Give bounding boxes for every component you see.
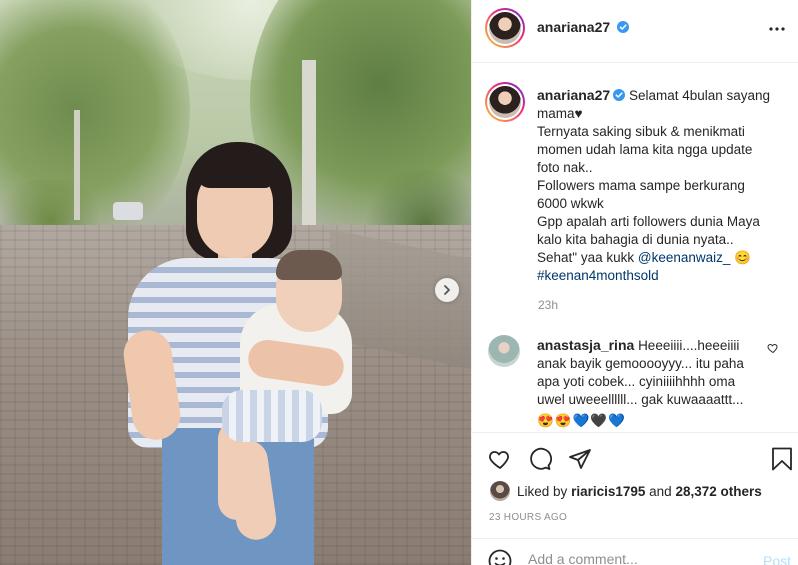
caption-author-avatar[interactable]	[485, 82, 525, 122]
share-button[interactable]	[566, 445, 594, 473]
post-actions	[472, 432, 798, 484]
baby-striped-shorts	[222, 390, 322, 442]
next-photo-button[interactable]	[435, 278, 459, 302]
caption-line: Followers mama sampe berkurang	[537, 178, 745, 193]
caption-line: Ternyata saking sibuk & menikmati	[537, 124, 745, 139]
caption-emoji: 😊	[734, 250, 751, 265]
caption-timestamp[interactable]: 23h	[538, 298, 558, 312]
bookmark-icon	[772, 447, 792, 471]
share-icon	[569, 449, 591, 469]
post-header: anariana27	[472, 0, 798, 63]
caption-line: Sehat" yaa kukk	[537, 250, 635, 265]
woman-bangs	[197, 158, 271, 188]
liker-username[interactable]: riaricis1795	[571, 484, 645, 499]
author-name-wrap: anariana27	[537, 19, 630, 35]
verified-badge-icon	[613, 89, 626, 101]
comment-button[interactable]	[526, 445, 554, 473]
baby-hair	[276, 250, 342, 280]
post-comment-button[interactable]: Post	[763, 553, 791, 565]
likes-prefix: Liked by	[517, 483, 568, 499]
post-timestamp[interactable]: 23 HOURS AGO	[489, 512, 567, 523]
save-button[interactable]	[768, 445, 796, 473]
background-car	[113, 202, 143, 220]
author-avatar[interactable]	[485, 8, 525, 48]
comment-line: apa yoti cobek... cyiniiiihhhh oma	[537, 374, 736, 389]
caption-line: 6000 wkwk	[537, 196, 604, 211]
like-button[interactable]	[486, 445, 514, 473]
comment-line: Heeeiiii....heeeiiii	[638, 338, 740, 353]
chevron-right-icon	[444, 285, 450, 295]
post-details-panel: anariana27 anariana27 Selamat 4bulan say…	[471, 0, 798, 565]
more-options-icon	[769, 27, 785, 31]
comments-section[interactable]: anariana27 Selamat 4bulan sayang mama♥ T…	[472, 64, 798, 432]
comment-text: anastasja_rina Heeeiiii....heeeiiii anak…	[537, 336, 763, 430]
likes-and: and	[649, 483, 672, 499]
post-photo[interactable]	[0, 0, 471, 565]
likes-count[interactable]: 28,372 others	[675, 484, 761, 499]
caption-hashtag-link[interactable]: #keenan4monthsold	[537, 267, 787, 285]
caption-line: kalo kita bahagia di dunia nyata..	[537, 232, 734, 247]
caption-line: Selamat 4bulan sayang	[628, 88, 771, 103]
author-username[interactable]: anariana27	[537, 19, 610, 35]
commenter-username[interactable]: anastasja_rina	[537, 337, 634, 353]
caption-line: mama♥	[537, 106, 583, 121]
caption-text: anariana27 Selamat 4bulan sayang mama♥ T…	[537, 86, 787, 285]
caption-line: foto nak..	[537, 160, 593, 175]
caption-author-username[interactable]: anariana27	[537, 87, 610, 103]
caption-line: Gpp apalah arti followers dunia Maya	[537, 214, 760, 229]
heart-icon	[489, 451, 509, 469]
more-options-button[interactable]	[763, 17, 791, 41]
caption-line: momen udah lama kita ngga update	[537, 142, 753, 157]
background-pole	[302, 60, 316, 250]
liker-avatar[interactable]	[490, 481, 510, 501]
emoji-icon[interactable]	[488, 549, 512, 565]
heart-icon[interactable]	[767, 342, 779, 354]
comment-emojis: 😍😍💙🖤💙	[537, 413, 627, 428]
caption-mention-link[interactable]: @keenanwaiz_	[638, 250, 731, 265]
background-pole	[74, 110, 80, 220]
comment-icon	[530, 447, 552, 470]
comment-input[interactable]	[528, 551, 728, 565]
likes-summary: Liked by riaricis1795 and 28,372 others	[490, 480, 762, 502]
verified-badge-icon	[617, 21, 630, 33]
commenter-avatar[interactable]	[488, 335, 520, 367]
add-comment-bar: Post	[472, 538, 798, 565]
comment-line: anak bayik gemooooyyy... itu paha	[537, 356, 744, 371]
comment-line: uwel uweeellllll... gak kuwaaaattt...	[537, 392, 744, 407]
